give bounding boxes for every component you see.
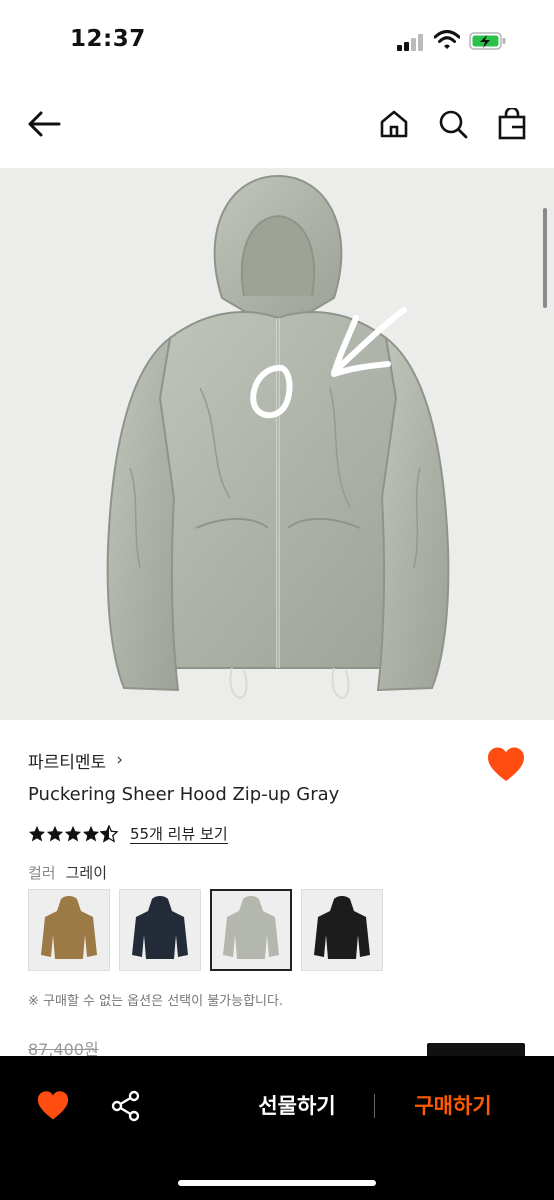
favorite-button[interactable] — [486, 746, 526, 784]
option-notice: ※ 구매할 수 없는 옵션은 선택이 불가능합니다. — [28, 994, 284, 1009]
jacket-photo — [106, 174, 450, 700]
arrow-left-icon — [28, 111, 61, 137]
star-icon — [64, 825, 82, 842]
divider — [374, 1094, 375, 1118]
image-scrollbar[interactable] — [543, 208, 547, 308]
heart-icon — [37, 1091, 69, 1120]
star-icon — [46, 825, 64, 842]
chevron-right-icon: › — [116, 750, 124, 770]
brand-name: 파르티멘토 — [28, 752, 107, 773]
swatch-black[interactable] — [301, 889, 383, 971]
product-title: Puckering Sheer Hood Zip-up Gray — [28, 784, 340, 805]
home-indicator — [178, 1180, 376, 1186]
black-jacket-thumb — [314, 896, 370, 959]
cellular-signal-icon — [397, 33, 425, 51]
review-link[interactable]: 55개 리뷰 보기 — [130, 825, 228, 844]
back-button[interactable] — [26, 106, 62, 142]
buy-button[interactable]: 구매하기 — [396, 1090, 510, 1120]
status-bar: 12:37 — [0, 0, 554, 82]
color-selector-label: 컬러 그레이 — [28, 862, 107, 883]
brown-jacket-thumb — [41, 896, 97, 959]
search-icon — [439, 110, 468, 139]
bottom-action-bar: 선물하기 구매하기 — [0, 1056, 554, 1200]
home-button[interactable] — [376, 106, 412, 142]
cart-button[interactable] — [494, 106, 530, 142]
color-label: 컬러 — [28, 864, 56, 882]
star-icon — [82, 825, 100, 842]
half-star-icon — [100, 825, 118, 843]
product-info: 파르티멘토 › — [28, 746, 528, 774]
share-button[interactable] — [110, 1090, 142, 1122]
product-image[interactable] — [0, 168, 554, 720]
top-nav-bar — [0, 82, 554, 168]
wifi-icon — [434, 30, 460, 49]
battery-charging-icon — [469, 32, 506, 50]
share-icon — [111, 1090, 140, 1122]
swatch-brown[interactable] — [28, 889, 110, 971]
rating-row: 55개 리뷰 보기 — [28, 820, 228, 848]
home-icon — [380, 110, 408, 138]
wishlist-button[interactable] — [36, 1090, 70, 1122]
shopping-bag-icon — [498, 108, 526, 140]
color-swatches — [28, 889, 383, 971]
gray-jacket-thumb — [223, 896, 279, 959]
star-rating — [28, 825, 118, 843]
brand-link[interactable]: 파르티멘토 › — [28, 746, 528, 774]
heart-icon — [488, 747, 524, 781]
status-time: 12:37 — [70, 26, 146, 52]
color-value: 그레이 — [65, 864, 108, 882]
swatch-gray[interactable] — [210, 889, 292, 971]
search-button[interactable] — [435, 106, 471, 142]
navy-jacket-thumb — [132, 896, 188, 959]
star-icon — [28, 825, 46, 842]
gift-button[interactable]: 선물하기 — [240, 1090, 354, 1120]
swatch-navy[interactable] — [119, 889, 201, 971]
